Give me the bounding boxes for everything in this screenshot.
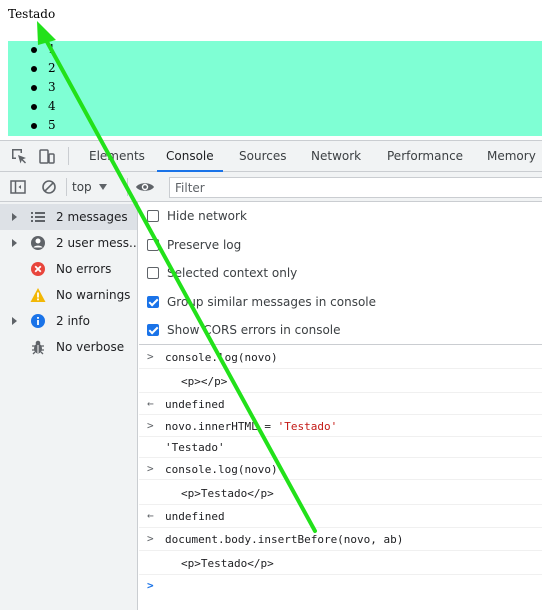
tab-sources[interactable]: Sources	[230, 141, 295, 172]
tab-performance[interactable]: Performance	[378, 141, 472, 172]
checkbox[interactable]	[147, 239, 159, 251]
sidebar-item-label: 2 info	[56, 314, 90, 328]
expand-arrow-icon[interactable]	[12, 239, 17, 247]
setting-show-cors-errors[interactable]: Show CORS errors in console	[147, 319, 341, 341]
console-input-row: > console.log(novo)	[139, 458, 542, 480]
warning-icon	[30, 287, 46, 303]
context-selector[interactable]: top	[72, 178, 108, 196]
prompt-chevron-icon: >	[147, 579, 154, 592]
page-heading: Testado	[8, 7, 56, 21]
bullet-icon	[31, 123, 37, 129]
tab-memory[interactable]: Memory	[478, 141, 542, 172]
checkbox-checked[interactable]	[147, 324, 159, 336]
tab-network[interactable]: Network	[302, 141, 370, 172]
setting-hide-network[interactable]: Hide network	[147, 205, 247, 227]
list-icon	[30, 209, 46, 225]
sidebar-item-warnings[interactable]: No warnings	[0, 282, 137, 308]
sidebar-item-verbose[interactable]: No verbose	[0, 334, 137, 360]
sidebar-item-info[interactable]: 2 info	[0, 308, 137, 334]
prompt-chevron-icon: >	[147, 350, 154, 363]
live-expression-eye-icon[interactable]	[135, 178, 154, 196]
sidebar-item-errors[interactable]: No errors	[0, 256, 137, 282]
context-label: top	[72, 180, 92, 194]
info-icon	[30, 313, 46, 329]
show-sidebar-icon[interactable]	[9, 178, 27, 196]
error-icon	[30, 261, 46, 277]
expand-arrow-icon[interactable]	[12, 213, 17, 221]
checkbox[interactable]	[147, 267, 159, 279]
bullet-icon	[31, 47, 37, 53]
clear-console-icon[interactable]	[40, 178, 58, 196]
console-input-row: > console.log(novo)	[139, 346, 542, 369]
sidebar-item-label: No errors	[56, 262, 112, 276]
chevron-down-icon	[98, 180, 108, 194]
toolbar-divider	[66, 178, 67, 196]
setting-selected-context-only[interactable]: Selected context only	[147, 262, 297, 284]
device-toolbar-icon[interactable]	[38, 147, 56, 165]
tab-elements[interactable]: Elements	[80, 141, 154, 172]
expand-arrow-icon[interactable]	[12, 317, 17, 325]
devtools-tab-bar: Elements Console Sources Network Perform…	[0, 141, 542, 172]
sidebar-item-label: 2 messages	[56, 210, 128, 224]
console-input-row: > document.body.insertBefore(novo, ab)	[139, 528, 542, 551]
console-result-row: ← undefined	[139, 505, 542, 528]
devtools-panel: Elements Console Sources Network Perform…	[0, 140, 542, 610]
console-output-row: <p></p>	[139, 369, 542, 393]
toolbar-divider	[127, 178, 128, 196]
checkbox[interactable]	[147, 210, 159, 222]
sidebar-item-user-messages[interactable]: 2 user mess...	[0, 230, 137, 256]
checkbox-checked[interactable]	[147, 296, 159, 308]
inspect-element-icon[interactable]	[10, 147, 28, 165]
console-result-row: ← undefined	[139, 393, 542, 415]
bug-icon	[30, 339, 46, 355]
bullet-icon	[31, 66, 37, 72]
result-arrow-icon: ←	[147, 397, 154, 410]
filter-input[interactable]	[169, 177, 542, 198]
console-messages: > console.log(novo) <p></p> ← undefined …	[139, 346, 542, 610]
user-icon	[30, 235, 46, 251]
console-result-row: 'Testado'	[139, 437, 542, 458]
console-output-row: <p>Testado</p>	[139, 480, 542, 505]
sidebar-item-label: 2 user mess...	[56, 236, 137, 250]
result-arrow-icon: ←	[147, 509, 154, 522]
console-toolbar: top	[0, 172, 542, 202]
setting-group-similar[interactable]: Group similar messages in console	[147, 291, 376, 313]
list-container: 1 2 3 4 5	[8, 41, 542, 136]
console-sidebar: 2 messages 2 user mess... No errors No w…	[0, 202, 138, 610]
bullet-icon	[31, 85, 37, 91]
console-input-row: > novo.innerHTML = 'Testado'	[139, 415, 542, 437]
sidebar-item-label: No warnings	[56, 288, 131, 302]
toolbar-divider	[68, 147, 69, 165]
tab-console[interactable]: Console	[157, 141, 223, 172]
prompt-chevron-icon: >	[147, 462, 154, 475]
bullet-icon	[31, 104, 37, 110]
console-output-row: <p>Testado</p>	[139, 551, 542, 575]
prompt-chevron-icon: >	[147, 532, 154, 545]
prompt-chevron-icon: >	[147, 419, 154, 432]
sidebar-item-label: No verbose	[56, 340, 125, 354]
console-settings-panel: Hide network Preserve log Selected conte…	[139, 202, 542, 345]
sidebar-item-messages[interactable]: 2 messages	[0, 204, 137, 230]
setting-preserve-log[interactable]: Preserve log	[147, 234, 241, 256]
console-prompt-row[interactable]: >	[139, 575, 542, 599]
